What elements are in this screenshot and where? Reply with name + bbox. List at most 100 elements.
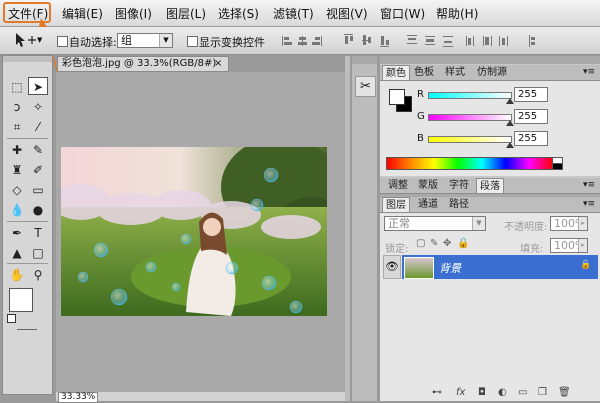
healing-brush-tool-icon[interactable]: ✚ (7, 141, 27, 159)
menu-image[interactable]: 图像(I) (115, 5, 152, 22)
auto-select-checkbox[interactable] (57, 36, 68, 47)
tab-layers[interactable]: 图层 (382, 197, 410, 212)
collapsed-panel-dock: ✂ (352, 56, 377, 401)
gradient-tool-icon[interactable]: ▭ (28, 181, 48, 199)
auto-select-dropdown[interactable]: 组 ▼ (117, 33, 173, 48)
color-panel: R 255 G 255 B 255 (380, 81, 600, 176)
history-brush-tool-icon[interactable]: ✐ (28, 161, 48, 179)
layer-name[interactable]: 背景 (439, 260, 461, 276)
fill-field[interactable]: 100% ▸ (550, 238, 588, 253)
layer-row-background[interactable]: 背景 🔒 (402, 255, 598, 279)
blue-channel-label: B (417, 133, 424, 144)
add-mask-icon[interactable]: ◘ (478, 387, 486, 398)
layer-lock-icon: 🔒 (580, 260, 592, 270)
tab-masks[interactable]: 蒙版 (415, 178, 441, 193)
menu-layer[interactable]: 图层(L) (166, 5, 206, 22)
hand-tool-icon[interactable]: ✋ (7, 266, 27, 284)
path-selection-tool-icon[interactable]: ▲ (7, 244, 27, 262)
tab-color[interactable]: 颜色 (382, 65, 410, 80)
tab-paths[interactable]: 路径 (446, 197, 472, 212)
fill-label: 填充: (520, 244, 544, 255)
blue-slider[interactable] (428, 136, 512, 143)
show-transform-checkbox[interactable] (187, 36, 198, 47)
tool-preset-dropdown-icon[interactable]: ▼ (37, 36, 42, 44)
lock-transparent-icon[interactable]: ▢ (416, 238, 425, 249)
green-value-field[interactable]: 255 (514, 109, 548, 124)
tab-adjustments[interactable]: 调整 (385, 178, 411, 193)
toolbox-divider (7, 221, 48, 222)
zoom-tool-icon[interactable]: ⚲ (28, 266, 48, 284)
visibility-eye-icon[interactable]: 👁 (383, 255, 401, 279)
panel-menu-icon[interactable]: ▾≡ (580, 65, 598, 80)
crop-tool-icon[interactable]: ⌗ (7, 118, 27, 136)
blue-slider-thumb[interactable] (506, 142, 514, 148)
photo-image (61, 147, 327, 316)
panel-menu-icon[interactable]: ▾≡ (580, 178, 598, 193)
green-slider[interactable] (428, 114, 512, 121)
close-icon[interactable]: × (214, 58, 222, 69)
tab-channels[interactable]: 通道 (415, 197, 441, 212)
align-distribute-icons[interactable] (282, 32, 542, 50)
tab-paragraph[interactable]: 段落 (476, 178, 504, 193)
lock-pixels-icon[interactable]: ✎ (430, 238, 438, 249)
red-slider-thumb[interactable] (506, 98, 514, 104)
zoom-level[interactable]: 33.33% (58, 392, 99, 403)
brush-tool-icon[interactable]: ✎ (28, 141, 48, 159)
tab-styles[interactable]: 样式 (442, 65, 468, 80)
document-title: 彩色泡泡.jpg @ 33.3%(RGB/8#) (62, 58, 217, 69)
new-group-icon[interactable]: ▭ (518, 387, 527, 398)
color-panel-tabs: 颜色 色板 样式 仿制源 ▾≡ (380, 65, 600, 81)
menu-select[interactable]: 选择(S) (218, 5, 259, 22)
foreground-color-swatch[interactable] (389, 89, 405, 105)
link-layers-icon[interactable]: ⊷ (432, 387, 442, 398)
ramp-black-swatch[interactable] (552, 163, 563, 170)
red-channel-label: R (417, 89, 424, 100)
color-spectrum-ramp[interactable] (386, 157, 554, 170)
right-panel-column: 颜色 色板 样式 仿制源 ▾≡ R 255 G 255 B 255 调整 蒙版 … (380, 56, 600, 401)
blue-value-field[interactable]: 255 (514, 131, 548, 146)
shape-tool-icon[interactable]: □ (28, 244, 48, 262)
opacity-field[interactable]: 100% ▸ (550, 216, 588, 231)
magic-wand-tool-icon[interactable]: ✧ (28, 98, 48, 116)
blur-tool-icon[interactable]: 💧 (7, 201, 27, 219)
fx-icon[interactable]: fx (456, 387, 465, 398)
tab-character[interactable]: 字符 (446, 178, 472, 193)
chevron-down-icon: ▸ (578, 239, 587, 252)
document-tab[interactable]: 彩色泡泡.jpg @ 33.3%(RGB/8#) (57, 56, 229, 72)
green-slider-thumb[interactable] (506, 120, 514, 126)
dodge-tool-icon[interactable]: ● (28, 201, 48, 219)
lock-all-icon[interactable]: 🔒 (457, 238, 469, 249)
eraser-tool-icon[interactable]: ◇ (7, 181, 27, 199)
lock-position-icon[interactable]: ✥ (443, 238, 451, 249)
vertical-scrollbar[interactable] (345, 56, 350, 401)
tab-clone-source[interactable]: 仿制源 (474, 65, 510, 80)
quick-mask-icon[interactable] (17, 329, 37, 330)
blend-mode-dropdown[interactable]: 正常 ▼ (384, 216, 486, 231)
adjustment-layer-icon[interactable]: ◐ (498, 387, 507, 398)
auto-select-value: 组 (121, 34, 132, 47)
new-layer-icon[interactable]: ❐ (538, 387, 547, 398)
tools-preset-icon[interactable]: ✂ (355, 76, 376, 97)
red-slider[interactable] (428, 92, 512, 99)
adjust-panel-tabs: 调整 蒙版 字符 段落 ▾≡ (380, 178, 600, 194)
delete-layer-icon[interactable]: 🗑 (558, 387, 571, 398)
eyedropper-tool-icon[interactable]: ⁄ (28, 118, 48, 136)
pen-tool-icon[interactable]: ✒ (7, 224, 27, 242)
panel-menu-icon[interactable]: ▾≡ (580, 197, 598, 212)
layers-panel-tabs: 图层 通道 路径 ▾≡ (380, 197, 600, 213)
default-colors-icon[interactable] (7, 314, 16, 323)
menu-help[interactable]: 帮助(H) (436, 5, 478, 22)
tab-swatches[interactable]: 色板 (411, 65, 437, 80)
type-tool-icon[interactable]: T (28, 224, 48, 242)
menu-view[interactable]: 视图(V) (326, 5, 368, 22)
menu-filter[interactable]: 滤镜(T) (273, 5, 314, 22)
move-tool-icon[interactable]: ➤ (28, 77, 48, 95)
lasso-tool-icon[interactable]: ↄ (7, 98, 27, 116)
clone-stamp-tool-icon[interactable]: ♜ (7, 161, 27, 179)
lock-label: 锁定: (385, 244, 409, 255)
menu-window[interactable]: 窗口(W) (380, 5, 425, 22)
foreground-color-swatch[interactable] (9, 288, 33, 312)
rectangular-marquee-tool-icon[interactable]: ⬚ (7, 78, 27, 96)
photo-canvas[interactable] (61, 147, 327, 316)
red-value-field[interactable]: 255 (514, 87, 548, 102)
